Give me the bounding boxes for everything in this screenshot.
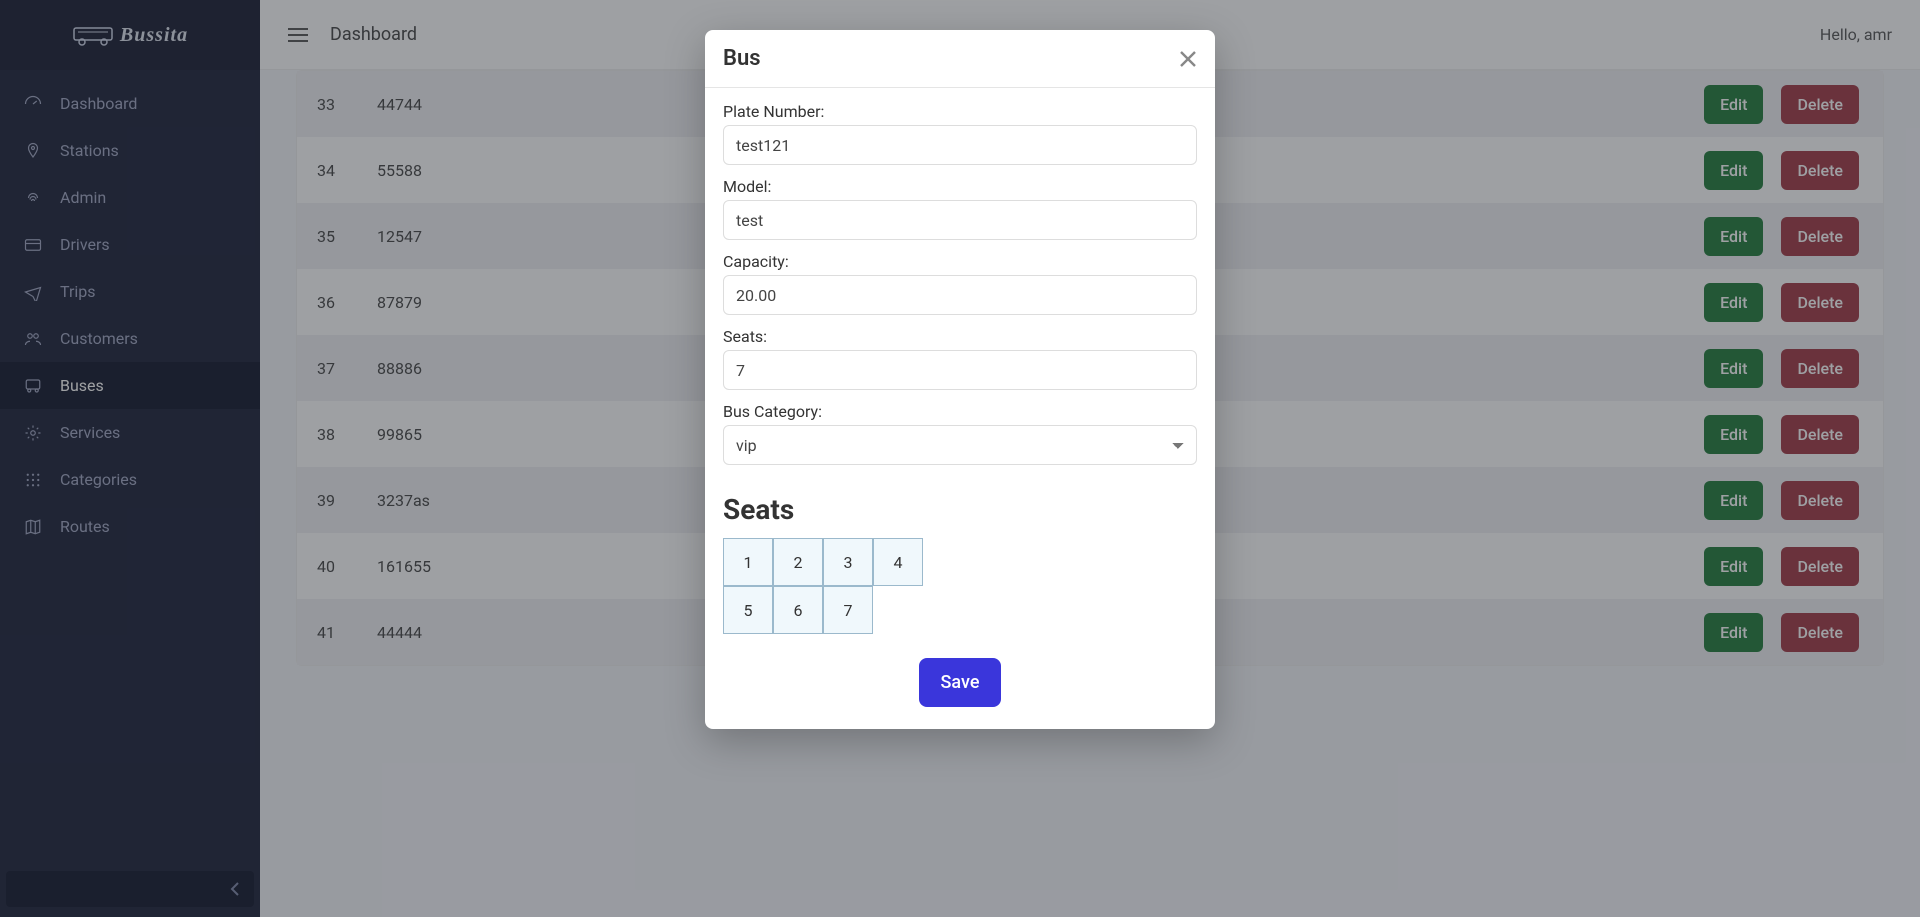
seat-cell[interactable]: 6 [773,586,823,634]
seats-section-title: Seats [723,493,1197,526]
plate-input[interactable] [723,125,1197,165]
seat-grid: 1234 567 [723,538,935,634]
modal-header: Bus [705,30,1215,88]
seat-cell[interactable]: 3 [823,538,873,586]
capacity-input[interactable] [723,275,1197,315]
seats-field-label: Seats: [723,327,1197,346]
modal-title: Bus [723,46,761,71]
modal-body: Plate Number: Model: Capacity: Seats: Bu… [705,88,1215,707]
capacity-label: Capacity: [723,252,1197,271]
plate-label: Plate Number: [723,102,1197,121]
category-select[interactable]: vip [723,425,1197,465]
bus-modal: Bus Plate Number: Model: Capacity: Seats… [705,30,1215,729]
seat-cell[interactable]: 2 [773,538,823,586]
modal-close-button[interactable] [1179,50,1197,68]
seats-input[interactable] [723,350,1197,390]
seat-cell[interactable]: 5 [723,586,773,634]
seat-cell[interactable]: 4 [873,538,923,586]
seat-cell[interactable]: 7 [823,586,873,634]
seat-cell[interactable]: 1 [723,538,773,586]
save-button[interactable]: Save [919,658,1002,707]
modal-overlay[interactable]: Bus Plate Number: Model: Capacity: Seats… [0,0,1920,917]
close-icon [1179,50,1197,68]
category-label: Bus Category: [723,402,1197,421]
model-label: Model: [723,177,1197,196]
model-input[interactable] [723,200,1197,240]
